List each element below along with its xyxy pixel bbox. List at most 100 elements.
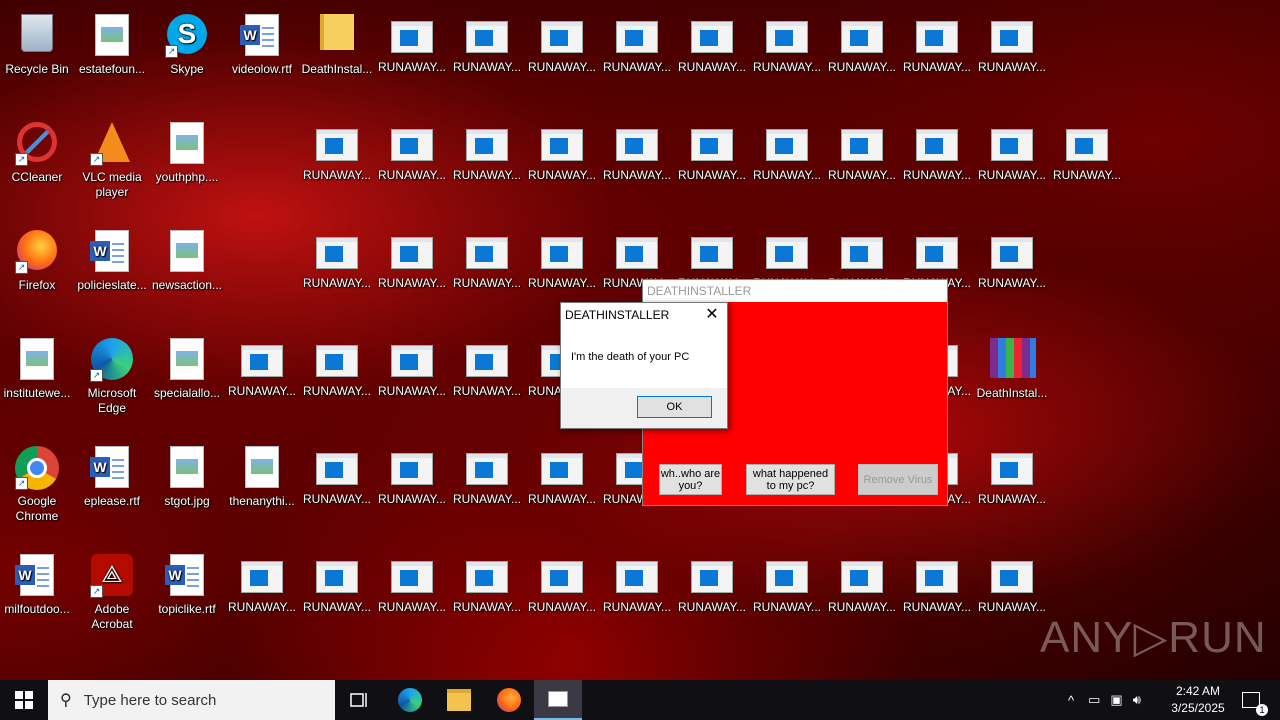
runaway-icon[interactable]: RUNAWAY... [451,548,523,648]
runaway-icon[interactable]: RUNAWAY... [526,440,598,540]
runaway-icon[interactable]: RUNAWAY... [376,116,448,216]
runaway-icon[interactable]: RUNAWAY... [526,548,598,648]
display-icon[interactable]: ▣ [1110,692,1122,708]
desktop-icon[interactable]: Wmilfoutdoo... [1,548,73,648]
desktop-icon[interactable]: ↗ VLC media player [76,116,148,216]
runaway-icon[interactable]: RUNAWAY... [826,548,898,648]
clock[interactable]: 2:42 AM 3/25/2025 [1160,683,1236,717]
shortcut-arrow-icon: ↗ [165,45,178,58]
desktop-icon[interactable]: Wvideolow.rtf [226,8,298,108]
close-icon[interactable]: ✕ [703,305,721,325]
desktop-icon-label: institutewe... [3,386,71,400]
runaway-icon[interactable]: RUNAWAY... [826,8,898,108]
file-explorer-icon[interactable] [441,680,477,720]
runaway-icon[interactable]: RUNAWAY... [451,224,523,324]
desktop-icon[interactable]: newsaction... [151,224,223,324]
runaway-label: RUNAWAY... [902,168,971,182]
desktop-icon[interactable]: DeathInstal... [301,8,373,108]
runaway-icon[interactable]: RUNAWAY... [301,116,373,216]
desktop-icon[interactable]: ↗ Firefox [1,224,73,324]
desktop-icon[interactable]: specialallo... [151,332,223,432]
runaway-icon[interactable]: RUNAWAY... [1051,116,1123,216]
edge-taskbar-icon[interactable] [392,680,428,720]
desktop-icon[interactable]: thenanythi... [226,440,298,540]
desktop-icon[interactable]: S ↗ Skype [151,8,223,108]
runaway-icon[interactable]: RUNAWAY... [376,332,448,432]
runaway-icon[interactable]: RUNAWAY... [526,116,598,216]
runaway-icon[interactable]: RUNAWAY... [976,440,1048,540]
chevron-up-icon[interactable]: ^ [1068,693,1074,708]
task-view-icon[interactable] [342,680,378,720]
runaway-icon[interactable]: RUNAWAY... [976,548,1048,648]
runaway-label: RUNAWAY... [377,168,446,182]
desktop-icon[interactable]: ↗ Google Chrome [1,440,73,540]
runaway-icon[interactable]: RUNAWAY... [226,548,298,648]
start-button[interactable] [0,680,48,720]
runaway-icon[interactable]: RUNAWAY... [901,548,973,648]
runaway-icon[interactable]: RUNAWAY... [601,548,673,648]
desktop-icon[interactable]: DeathInstal... [976,332,1048,432]
desktop-icon[interactable]: Wtopiclike.rtf [151,548,223,648]
runaway-label: RUNAWAY... [752,60,821,74]
acrobat-icon: ⟁ ↗ [90,554,134,598]
ok-button[interactable]: OK [637,396,712,418]
runaway-icon[interactable]: RUNAWAY... [901,116,973,216]
search-box[interactable]: ⚲ Type here to search [48,680,335,720]
deathinstaller-taskbar-icon[interactable] [534,680,582,720]
application-window-icon [691,21,733,53]
runaway-icon[interactable]: RUNAWAY... [451,116,523,216]
desktop-icon[interactable]: stgot.jpg [151,440,223,540]
runaway-label: RUNAWAY... [227,384,296,398]
runaway-icon[interactable]: RUNAWAY... [676,116,748,216]
runaway-icon[interactable]: RUNAWAY... [901,8,973,108]
application-window-icon [691,129,733,161]
runaway-icon[interactable]: RUNAWAY... [451,440,523,540]
desktop-icon[interactable]: ↗ CCleaner [1,116,73,216]
runaway-label: RUNAWAY... [527,60,596,74]
what-happened-button[interactable]: what happened to my pc? [746,464,835,495]
desktop-icon[interactable]: Weplease.rtf [76,440,148,540]
desktop-icon[interactable]: youthphp.... [151,116,223,216]
who-are-you-button[interactable]: wh..who are you? [659,464,722,495]
desktop-icon[interactable]: estatefoun... [76,8,148,108]
desktop-icon[interactable]: ⟁ ↗ Adobe Acrobat [76,548,148,648]
desktop-icon[interactable]: ↗ Microsoft Edge [76,332,148,432]
runaway-icon[interactable]: RUNAWAY... [226,332,298,432]
runaway-icon[interactable]: RUNAWAY... [526,8,598,108]
runaway-icon[interactable]: RUNAWAY... [601,116,673,216]
runaway-icon[interactable]: RUNAWAY... [301,548,373,648]
runaway-icon[interactable]: RUNAWAY... [751,548,823,648]
runaway-icon[interactable]: RUNAWAY... [451,8,523,108]
volume-icon[interactable]: 🔊︎ [1133,692,1141,708]
runaway-label: RUNAWAY... [377,276,446,290]
runaway-icon[interactable]: RUNAWAY... [751,8,823,108]
runaway-icon[interactable]: RUNAWAY... [301,440,373,540]
folder-icon [315,14,359,58]
desktop-icon[interactable]: Recycle Bin [1,8,73,108]
network-icon[interactable]: ▭ [1088,692,1100,708]
runaway-icon[interactable]: RUNAWAY... [376,548,448,648]
word-doc-icon: W [90,230,134,274]
desktop-icon[interactable]: institutewe... [1,332,73,432]
runaway-label: RUNAWAY... [827,600,896,614]
runaway-icon[interactable]: RUNAWAY... [376,224,448,324]
word-doc-icon: W [165,554,209,598]
remove-virus-button[interactable]: Remove Virus [858,464,938,495]
runaway-icon[interactable]: RUNAWAY... [376,8,448,108]
application-window-icon [841,129,883,161]
runaway-icon[interactable]: RUNAWAY... [376,440,448,540]
notification-icon[interactable]: 1 [1236,680,1268,720]
firefox-taskbar-icon[interactable] [491,680,527,720]
runaway-icon[interactable]: RUNAWAY... [301,224,373,324]
runaway-icon[interactable]: RUNAWAY... [751,116,823,216]
runaway-icon[interactable]: RUNAWAY... [826,116,898,216]
runaway-icon[interactable]: RUNAWAY... [976,224,1048,324]
runaway-icon[interactable]: RUNAWAY... [451,332,523,432]
runaway-icon[interactable]: RUNAWAY... [301,332,373,432]
runaway-icon[interactable]: RUNAWAY... [676,8,748,108]
desktop-icon[interactable]: Wpolicieslate... [76,224,148,324]
runaway-icon[interactable]: RUNAWAY... [976,8,1048,108]
runaway-icon[interactable]: RUNAWAY... [676,548,748,648]
runaway-icon[interactable]: RUNAWAY... [601,8,673,108]
runaway-icon[interactable]: RUNAWAY... [976,116,1048,216]
